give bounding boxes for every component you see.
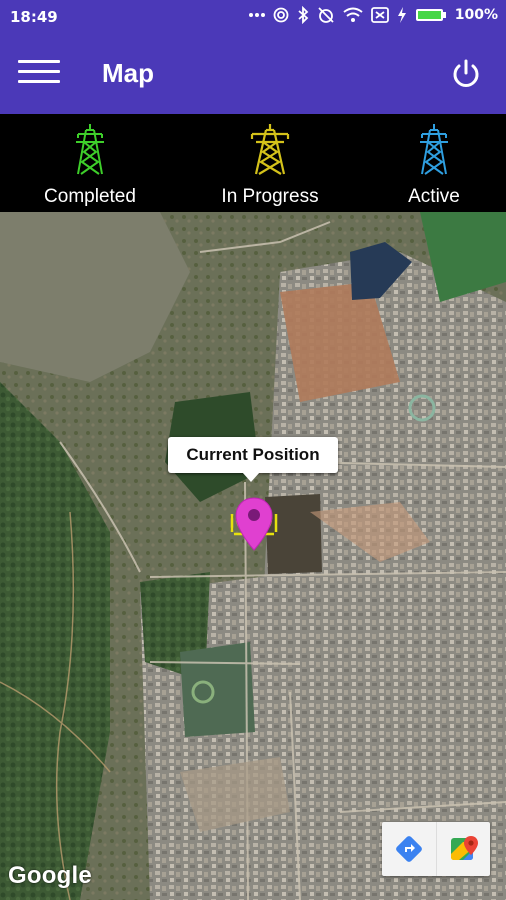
bluetooth-icon	[298, 6, 309, 24]
legend-item-active[interactable]: Active	[354, 114, 506, 212]
sim-off-icon	[370, 7, 389, 23]
hotspot-icon	[273, 7, 289, 23]
map-toolbar	[382, 822, 490, 876]
battery-percentage: 100%	[454, 7, 498, 23]
google-maps-icon	[450, 836, 478, 860]
current-position-marker[interactable]	[226, 492, 282, 558]
legend-item-in-progress[interactable]: In Progress	[190, 114, 350, 212]
directions-icon	[396, 836, 422, 862]
transmission-tower-icon	[250, 124, 290, 175]
alarm-off-icon	[318, 7, 334, 23]
status-time: 18:49	[10, 8, 58, 26]
wifi-icon	[343, 7, 363, 22]
transmission-tower-icon	[420, 124, 448, 175]
google-logo: Google	[8, 862, 92, 889]
status-legend: Completed In Progress Active	[0, 114, 506, 212]
battery-icon	[415, 9, 446, 21]
hamburger-menu-icon[interactable]	[18, 60, 60, 90]
map-view[interactable]: Current Position Google	[0, 212, 506, 900]
power-icon[interactable]	[448, 56, 484, 92]
charging-icon	[397, 7, 406, 23]
directions-button[interactable]	[382, 822, 436, 876]
status-icons: 100%	[248, 6, 498, 24]
legend-item-completed[interactable]: Completed	[10, 114, 170, 212]
callout-title: Current Position	[186, 445, 320, 464]
page-title: Map	[102, 58, 154, 88]
open-in-google-maps-button[interactable]	[435, 822, 491, 876]
legend-label: Active	[408, 186, 460, 207]
status-bar: 18:49 100%	[0, 0, 506, 34]
app-bar: Map	[0, 34, 506, 114]
dots-icon	[248, 13, 265, 17]
legend-label: Completed	[44, 186, 136, 207]
legend-label: In Progress	[221, 186, 319, 207]
transmission-tower-icon	[76, 124, 104, 175]
